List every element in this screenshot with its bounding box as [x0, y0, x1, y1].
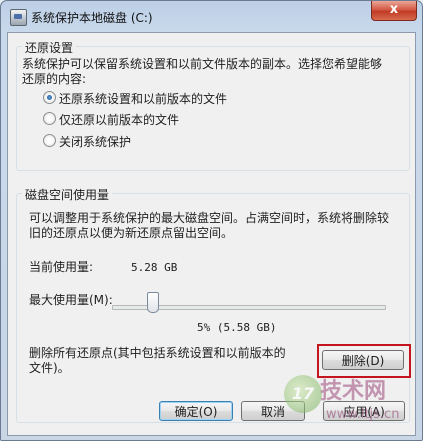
max-usage-label: 最大使用量(M): — [29, 293, 113, 307]
disk-description-line1: 可以调整用于系统保护的最大磁盘空间。占满空间时，系统将删除较 — [29, 211, 390, 225]
close-button[interactable]: x — [371, 1, 417, 21]
restore-settings-legend: 还原设置 — [22, 39, 77, 56]
watermark-logo-icon: 17 — [284, 375, 322, 413]
drive-icon — [10, 9, 27, 26]
disk-usage-legend: 磁盘空间使用量 — [22, 186, 113, 203]
current-usage-value: 5.28 GB — [131, 261, 178, 274]
restore-description-line2: 还原的内容: — [22, 72, 87, 86]
radio-turn-off-protection-label[interactable]: 关闭系统保护 — [59, 133, 131, 150]
watermark-brand: 技术网 — [320, 379, 387, 404]
radio-button-checked[interactable] — [43, 91, 56, 104]
radio-button[interactable] — [43, 112, 56, 125]
restore-settings-group: 还原设置 系统保护可以保留系统设置和以前文件版本的副本。选择您希望能够 还原的内… — [16, 39, 410, 171]
disk-description-line2: 旧的还原点以便为新还原点留出空间。 — [29, 226, 234, 240]
current-usage-label: 当前使用量: — [29, 260, 94, 274]
radio-button[interactable] — [43, 134, 56, 147]
delete-description-line2: 文件)。 — [29, 361, 70, 375]
ok-button[interactable]: 确定(O) — [159, 401, 233, 421]
dialog-window: 系统保护本地磁盘 (C:) x 还原设置 系统保护可以保留系统设置和以前文件版本… — [0, 0, 423, 441]
watermark: 17 技术网 www.itjs.cn — [284, 367, 414, 437]
radio-restore-all-label[interactable]: 还原系统设置和以前版本的文件 — [59, 90, 227, 107]
max-usage-slider-thumb[interactable] — [147, 292, 160, 313]
max-usage-value: 5% (5.58 GB) — [197, 321, 277, 334]
radio-restore-files-only-label[interactable]: 仅还原以前版本的文件 — [59, 111, 179, 128]
delete-description-line1: 删除所有还原点(其中包括系统设置和以前版本的 — [29, 346, 286, 360]
watermark-url: www.itjs.cn — [326, 407, 400, 422]
restore-description-line1: 系统保护可以保留系统设置和以前文件版本的副本。选择您希望能够 — [22, 57, 383, 71]
title-bar[interactable]: 系统保护本地磁盘 (C:) x — [1, 1, 422, 31]
window-title: 系统保护本地磁盘 (C:) — [31, 11, 153, 25]
